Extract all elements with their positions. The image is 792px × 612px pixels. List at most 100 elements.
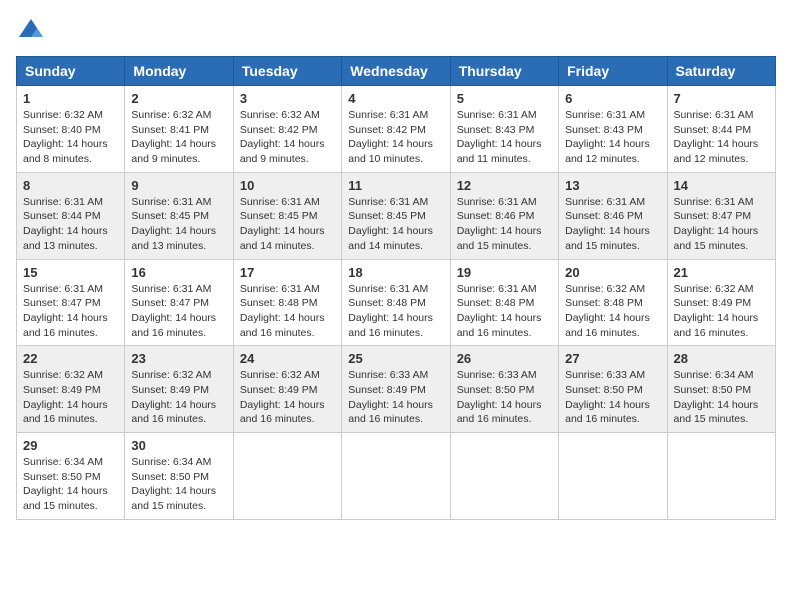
calendar-week-1: 1 Sunrise: 6:32 AMSunset: 8:40 PMDaylight… [17,86,776,173]
day-info: Sunrise: 6:31 AMSunset: 8:47 PMDaylight:… [131,282,226,341]
day-number: 12 [457,178,552,193]
day-number: 9 [131,178,226,193]
day-info: Sunrise: 6:31 AMSunset: 8:44 PMDaylight:… [23,195,118,254]
calendar-cell: 13Sunrise: 6:31 AMSunset: 8:46 PMDayligh… [559,172,667,259]
day-info: Sunrise: 6:31 AMSunset: 8:43 PMDaylight:… [565,108,660,167]
calendar-cell: 5Sunrise: 6:31 AMSunset: 8:43 PMDaylight… [450,86,558,173]
calendar-cell: 1 Sunrise: 6:32 AMSunset: 8:40 PMDaylight… [17,86,125,173]
calendar-cell: 16Sunrise: 6:31 AMSunset: 8:47 PMDayligh… [125,259,233,346]
calendar-cell: 28 Sunrise: 6:34 AMSunset: 8:50 PMDayligh… [667,346,775,433]
calendar-week-5: 29 Sunrise: 6:34 AMSunset: 8:50 PMDayligh… [17,433,776,520]
day-number: 27 [565,351,660,366]
calendar-cell: 12 Sunrise: 6:31 AMSunset: 8:46 PMDayligh… [450,172,558,259]
calendar-cell: 26Sunrise: 6:33 AMSunset: 8:50 PMDayligh… [450,346,558,433]
calendar-cell [559,433,667,520]
calendar-body: 1 Sunrise: 6:32 AMSunset: 8:40 PMDaylight… [17,86,776,520]
day-info: Sunrise: 6:31 AMSunset: 8:46 PMDaylight:… [457,195,552,254]
logo [16,16,50,46]
day-info: Sunrise: 6:32 AMSunset: 8:48 PMDaylight:… [565,282,660,341]
header-row: SundayMondayTuesdayWednesdayThursdayFrid… [17,57,776,86]
day-info: Sunrise: 6:31 AMSunset: 8:48 PMDaylight:… [240,282,335,341]
calendar-cell: 23 Sunrise: 6:32 AMSunset: 8:49 PMDayligh… [125,346,233,433]
day-number: 26 [457,351,552,366]
header-day-monday: Monday [125,57,233,86]
day-number: 3 [240,91,335,106]
day-info: Sunrise: 6:31 AMSunset: 8:42 PMDaylight:… [348,108,443,167]
calendar-cell: 18 Sunrise: 6:31 AMSunset: 8:48 PMDayligh… [342,259,450,346]
calendar-cell: 3Sunrise: 6:32 AMSunset: 8:42 PMDaylight… [233,86,341,173]
calendar-cell: 14Sunrise: 6:31 AMSunset: 8:47 PMDayligh… [667,172,775,259]
header-day-thursday: Thursday [450,57,558,86]
day-number: 25 [348,351,443,366]
day-info: Sunrise: 6:31 AMSunset: 8:45 PMDaylight:… [131,195,226,254]
day-number: 20 [565,265,660,280]
calendar-header: SundayMondayTuesdayWednesdayThursdayFrid… [17,57,776,86]
calendar-cell [450,433,558,520]
day-info: Sunrise: 6:32 AMSunset: 8:49 PMDaylight:… [674,282,769,341]
calendar-cell [342,433,450,520]
day-info: Sunrise: 6:32 AMSunset: 8:49 PMDaylight:… [131,368,226,427]
header-day-sunday: Sunday [17,57,125,86]
day-number: 10 [240,178,335,193]
calendar-cell: 15 Sunrise: 6:31 AMSunset: 8:47 PMDayligh… [17,259,125,346]
day-number: 7 [674,91,769,106]
day-info: Sunrise: 6:34 AMSunset: 8:50 PMDaylight:… [23,455,118,514]
day-info: Sunrise: 6:31 AMSunset: 8:45 PMDaylight:… [348,195,443,254]
header-day-wednesday: Wednesday [342,57,450,86]
calendar-table: SundayMondayTuesdayWednesdayThursdayFrid… [16,56,776,520]
calendar-cell [233,433,341,520]
day-number: 18 [348,265,443,280]
day-info: Sunrise: 6:33 AMSunset: 8:50 PMDaylight:… [565,368,660,427]
day-number: 1 [23,91,118,106]
calendar-cell: 6 Sunrise: 6:31 AMSunset: 8:43 PMDaylight… [559,86,667,173]
day-info: Sunrise: 6:31 AMSunset: 8:47 PMDaylight:… [23,282,118,341]
calendar-cell: 10 Sunrise: 6:31 AMSunset: 8:45 PMDayligh… [233,172,341,259]
logo-icon [16,16,46,46]
day-number: 2 [131,91,226,106]
calendar-cell [667,433,775,520]
day-info: Sunrise: 6:31 AMSunset: 8:44 PMDaylight:… [674,108,769,167]
calendar-cell: 17Sunrise: 6:31 AMSunset: 8:48 PMDayligh… [233,259,341,346]
calendar-cell: 2 Sunrise: 6:32 AMSunset: 8:41 PMDaylight… [125,86,233,173]
calendar-cell: 7 Sunrise: 6:31 AMSunset: 8:44 PMDaylight… [667,86,775,173]
day-info: Sunrise: 6:33 AMSunset: 8:49 PMDaylight:… [348,368,443,427]
day-number: 29 [23,438,118,453]
calendar-cell: 19Sunrise: 6:31 AMSunset: 8:48 PMDayligh… [450,259,558,346]
day-info: Sunrise: 6:34 AMSunset: 8:50 PMDaylight:… [674,368,769,427]
calendar-cell: 9 Sunrise: 6:31 AMSunset: 8:45 PMDaylight… [125,172,233,259]
calendar-cell: 30 Sunrise: 6:34 AMSunset: 8:50 PMDayligh… [125,433,233,520]
calendar-cell: 20 Sunrise: 6:32 AMSunset: 8:48 PMDayligh… [559,259,667,346]
day-info: Sunrise: 6:31 AMSunset: 8:45 PMDaylight:… [240,195,335,254]
day-info: Sunrise: 6:32 AMSunset: 8:41 PMDaylight:… [131,108,226,167]
calendar-week-4: 22 Sunrise: 6:32 AMSunset: 8:49 PMDayligh… [17,346,776,433]
calendar-cell: 21 Sunrise: 6:32 AMSunset: 8:49 PMDayligh… [667,259,775,346]
page-header [16,16,776,46]
calendar-cell: 27 Sunrise: 6:33 AMSunset: 8:50 PMDayligh… [559,346,667,433]
day-number: 30 [131,438,226,453]
day-info: Sunrise: 6:34 AMSunset: 8:50 PMDaylight:… [131,455,226,514]
calendar-week-3: 15 Sunrise: 6:31 AMSunset: 8:47 PMDayligh… [17,259,776,346]
day-info: Sunrise: 6:32 AMSunset: 8:40 PMDaylight:… [23,108,118,167]
calendar-cell: 24Sunrise: 6:32 AMSunset: 8:49 PMDayligh… [233,346,341,433]
calendar-cell: 4 Sunrise: 6:31 AMSunset: 8:42 PMDaylight… [342,86,450,173]
day-number: 13 [565,178,660,193]
day-number: 11 [348,178,443,193]
day-number: 4 [348,91,443,106]
day-number: 23 [131,351,226,366]
day-number: 28 [674,351,769,366]
calendar-cell: 11 Sunrise: 6:31 AMSunset: 8:45 PMDayligh… [342,172,450,259]
day-info: Sunrise: 6:31 AMSunset: 8:48 PMDaylight:… [457,282,552,341]
day-info: Sunrise: 6:31 AMSunset: 8:43 PMDaylight:… [457,108,552,167]
day-number: 15 [23,265,118,280]
header-day-friday: Friday [559,57,667,86]
day-number: 24 [240,351,335,366]
calendar-week-2: 8 Sunrise: 6:31 AMSunset: 8:44 PMDaylight… [17,172,776,259]
day-number: 21 [674,265,769,280]
day-number: 8 [23,178,118,193]
day-info: Sunrise: 6:32 AMSunset: 8:49 PMDaylight:… [23,368,118,427]
day-number: 22 [23,351,118,366]
day-info: Sunrise: 6:31 AMSunset: 8:48 PMDaylight:… [348,282,443,341]
calendar-cell: 29 Sunrise: 6:34 AMSunset: 8:50 PMDayligh… [17,433,125,520]
day-number: 6 [565,91,660,106]
day-number: 14 [674,178,769,193]
